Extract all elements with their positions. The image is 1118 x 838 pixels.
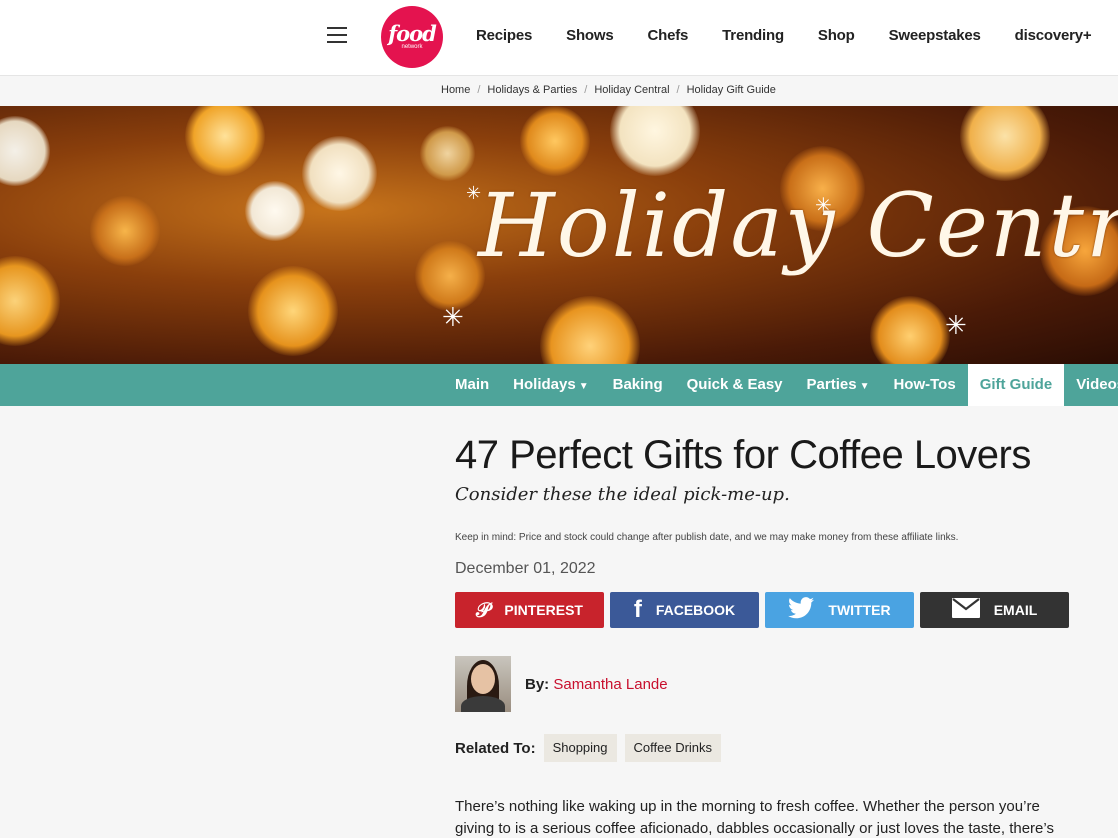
subnav-how-tos-label: How-Tos (893, 376, 956, 393)
section-nav: Main Holidays ▼ Baking Quick & Easy Parti… (0, 364, 1118, 406)
twitter-share-button[interactable]: TWITTER (765, 592, 914, 628)
breadcrumb-separator: / (584, 84, 588, 96)
author-link[interactable]: Samantha Lande (553, 676, 667, 693)
bokeh-light (415, 241, 485, 311)
banner-title: Holiday Central (478, 174, 1118, 277)
bokeh-light (248, 266, 338, 356)
bokeh-light (245, 181, 305, 241)
email-share-button[interactable]: EMAIL (920, 592, 1069, 628)
tag-coffee-drinks[interactable]: Coffee Drinks (624, 734, 722, 762)
article-title: 47 Perfect Gifts for Coffee Lovers (455, 433, 1031, 477)
nav-recipes[interactable]: Recipes (476, 27, 532, 44)
pinterest-label: PINTEREST (504, 602, 583, 618)
bokeh-light (185, 106, 265, 176)
breadcrumb-holiday-central[interactable]: Holiday Central (594, 84, 669, 96)
pinterest-share-button[interactable]: 𝒫 PINTEREST (455, 592, 604, 628)
bokeh-light (870, 296, 950, 364)
article-intro: There’s nothing like waking up in the mo… (455, 798, 1054, 837)
bokeh-light (90, 196, 160, 266)
breadcrumb-separator: / (676, 84, 680, 96)
chevron-down-icon: ▼ (859, 381, 870, 392)
site-header: food network Recipes Shows Chefs Trendin… (0, 0, 1118, 76)
logo-wordmark: food (388, 21, 437, 46)
email-label: EMAIL (993, 602, 1038, 618)
nav-sweepstakes[interactable]: Sweepstakes (889, 27, 981, 44)
byline-label: By: (525, 675, 550, 693)
holiday-central-banner: ✳ ✳ ✳ ✳ Holiday Central (0, 106, 1118, 364)
tag-shopping[interactable]: Shopping (543, 734, 617, 762)
subnav-quick-easy[interactable]: Quick & Easy (675, 364, 795, 406)
nav-discovery-plus[interactable]: discovery+ (1015, 27, 1092, 44)
subnav-parties-label: Parties (806, 376, 857, 393)
subnav-parties[interactable]: Parties ▼ (795, 364, 882, 406)
subnav-main-label: Main (455, 376, 490, 393)
avatar-shirt (461, 696, 505, 712)
nav-shop[interactable]: Shop (818, 27, 855, 44)
nav-chefs[interactable]: Chefs (647, 27, 688, 44)
bokeh-light (0, 256, 60, 346)
subnav-videos-label: Videos (1076, 376, 1118, 393)
subnav-videos[interactable]: Videos (1064, 364, 1118, 406)
chevron-down-icon: ▼ (578, 381, 589, 392)
byline: By: Samantha Lande (525, 676, 668, 693)
related-tags: Related To: Shopping Coffee Drinks (455, 734, 729, 762)
breadcrumb-holidays-parties[interactable]: Holidays & Parties (487, 84, 577, 96)
pinterest-icon: 𝒫 (476, 598, 491, 622)
breadcrumb-separator: / (477, 84, 481, 96)
publish-date: December 01, 2022 (455, 560, 596, 577)
share-buttons: 𝒫 PINTEREST f FACEBOOK TWITTER EMAIL (455, 592, 1069, 628)
envelope-icon (951, 597, 980, 623)
twitter-icon (788, 596, 815, 624)
subnav-baking[interactable]: Baking (601, 364, 675, 406)
breadcrumb-home[interactable]: Home (441, 84, 470, 96)
bokeh-light (540, 296, 640, 364)
author-block: By: Samantha Lande (455, 656, 668, 712)
subnav-gift-guide[interactable]: Gift Guide (967, 364, 1065, 406)
bokeh-light (420, 126, 475, 181)
subnav-holidays-label: Holidays (513, 376, 576, 393)
facebook-share-button[interactable]: f FACEBOOK (610, 592, 759, 628)
facebook-label: FACEBOOK (655, 602, 736, 618)
sparkle-icon: ✳ (945, 310, 967, 340)
nav-shows[interactable]: Shows (566, 27, 614, 44)
nav-trending[interactable]: Trending (722, 27, 784, 44)
sparkle-icon: ✳ (442, 302, 464, 332)
breadcrumb: Home / Holidays & Parties / Holiday Cent… (441, 84, 776, 96)
subnav-gift-guide-label: Gift Guide (979, 376, 1053, 393)
bokeh-light (0, 116, 50, 186)
related-label: Related To: (455, 739, 536, 757)
avatar-face (471, 664, 495, 694)
subnav-holidays[interactable]: Holidays ▼ (501, 364, 600, 406)
facebook-icon: f (633, 596, 642, 623)
bokeh-light (520, 106, 590, 176)
subnav-how-tos[interactable]: How-Tos (881, 364, 967, 406)
affiliate-disclaimer: Keep in mind: Price and stock could chan… (455, 532, 959, 543)
subnav-quick-easy-label: Quick & Easy (686, 376, 783, 393)
menu-icon[interactable] (327, 27, 347, 45)
author-avatar[interactable] (455, 656, 511, 712)
bokeh-light (960, 106, 1050, 181)
article-subtitle: Consider these the ideal pick-me-up. (455, 484, 790, 505)
main-nav: Recipes Shows Chefs Trending Shop Sweeps… (476, 27, 1092, 44)
subnav-baking-label: Baking (612, 376, 663, 393)
subnav-main[interactable]: Main (443, 364, 501, 406)
bokeh-light (610, 106, 700, 176)
breadcrumb-holiday-gift-guide[interactable]: Holiday Gift Guide (687, 84, 776, 96)
bokeh-light (302, 136, 377, 211)
food-network-logo[interactable]: food network (381, 6, 443, 68)
twitter-label: TWITTER (828, 602, 891, 618)
